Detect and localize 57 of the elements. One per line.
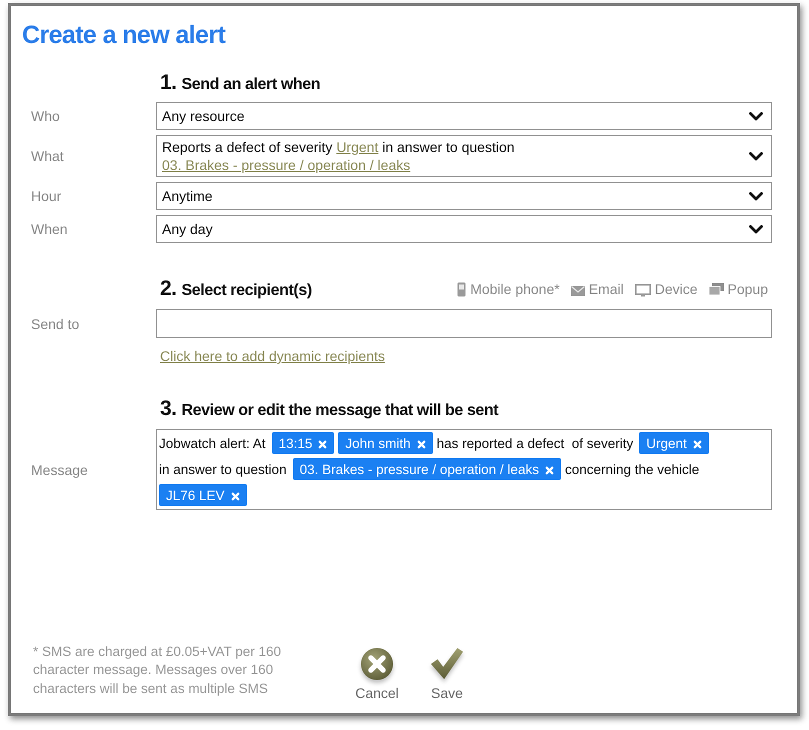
message-text: has reported a defect of severity (436, 436, 634, 450)
dropdown-value: Any day (162, 220, 214, 238)
envelope-icon (570, 286, 585, 296)
field-label: Who (31, 108, 61, 124)
close-icon[interactable] (544, 466, 554, 474)
dropdown-value: Anytime (162, 187, 214, 205)
field-label: When (31, 221, 69, 237)
message-text: Jobwatch alert: At (159, 436, 266, 450)
variable-tag[interactable]: 03. Brakes - pressure / operation / leaks (292, 458, 561, 480)
cancel-x-circle-icon (360, 647, 394, 681)
window-stack-icon (708, 283, 724, 295)
dropdown-field[interactable]: Reports a defect of severity Urgent in answer to question 03. Brakes - pressure / operation / leaks (156, 135, 772, 177)
channel-option[interactable]: Mobile phone* (457, 281, 560, 297)
message-field[interactable]: Jobwatch alert: At 13:15 John smith has reported a defect of severity Urgent in answer to question 03. Brakes - pressure / operation / leaks concerning the vehicle JL76 LEV (156, 429, 772, 510)
variable-tag[interactable]: 13:15 (272, 432, 334, 454)
variable-tag[interactable]: John smith (338, 432, 433, 454)
chevron-down-icon (749, 112, 763, 120)
field-label: Message (31, 462, 89, 478)
sms-note: * SMS are charged at £0.05+VAT per 160 character message. Messages over 160 characters will be sent as multiple SMS (33, 642, 282, 698)
variable-tag[interactable]: JL76 LEV (159, 484, 247, 506)
message-text: in answer to question (159, 462, 287, 476)
save-button[interactable]: Save (423, 647, 471, 701)
dynamic-recipients-link[interactable]: Click here to add dynamic recipients (160, 348, 385, 364)
dropdown-field[interactable]: Any resource (156, 102, 772, 130)
dialog-title: Create a new alert (22, 20, 226, 50)
value-link[interactable]: Urgent (336, 139, 378, 155)
step-number: 2. (160, 277, 177, 301)
close-icon[interactable] (416, 440, 426, 448)
message-text: concerning the vehicle (564, 462, 700, 476)
field-label: What (31, 148, 65, 164)
field-label: Hour (31, 188, 62, 204)
channel-option[interactable]: Email (570, 281, 624, 297)
value-link[interactable]: 03. Brakes - pressure / operation / leaks (162, 157, 410, 173)
dropdown-value: Reports a defect of severity Urgent in answer to question (162, 138, 516, 156)
dropdown-field[interactable]: Anytime (156, 182, 772, 210)
checkmark-icon (430, 647, 464, 681)
field-label: Send to (31, 316, 80, 332)
variable-tag[interactable]: Urgent (639, 432, 709, 454)
chevron-down-icon (749, 152, 763, 160)
monitor-icon (634, 284, 651, 296)
recipients-field[interactable] (156, 309, 772, 338)
chevron-down-icon (749, 192, 763, 200)
dropdown-field[interactable]: Any day (156, 215, 772, 243)
close-icon[interactable] (318, 440, 328, 448)
section-heading: Review or edit the message that will be sent (182, 401, 498, 421)
channel-option[interactable]: Popup (708, 281, 768, 297)
chevron-down-icon (749, 224, 763, 234)
dropdown-value: Any resource (162, 107, 246, 125)
section-heading: Select recipient(s) (182, 281, 312, 301)
close-icon[interactable] (692, 440, 702, 448)
section-heading: Send an alert when (182, 75, 320, 95)
step-number: 3. (160, 397, 177, 421)
channel-option[interactable]: Device (634, 281, 698, 297)
cancel-button[interactable]: Cancel (353, 647, 401, 701)
mobile-phone-icon (457, 282, 466, 296)
step-number: 1. (160, 71, 177, 95)
close-icon[interactable] (230, 492, 240, 500)
